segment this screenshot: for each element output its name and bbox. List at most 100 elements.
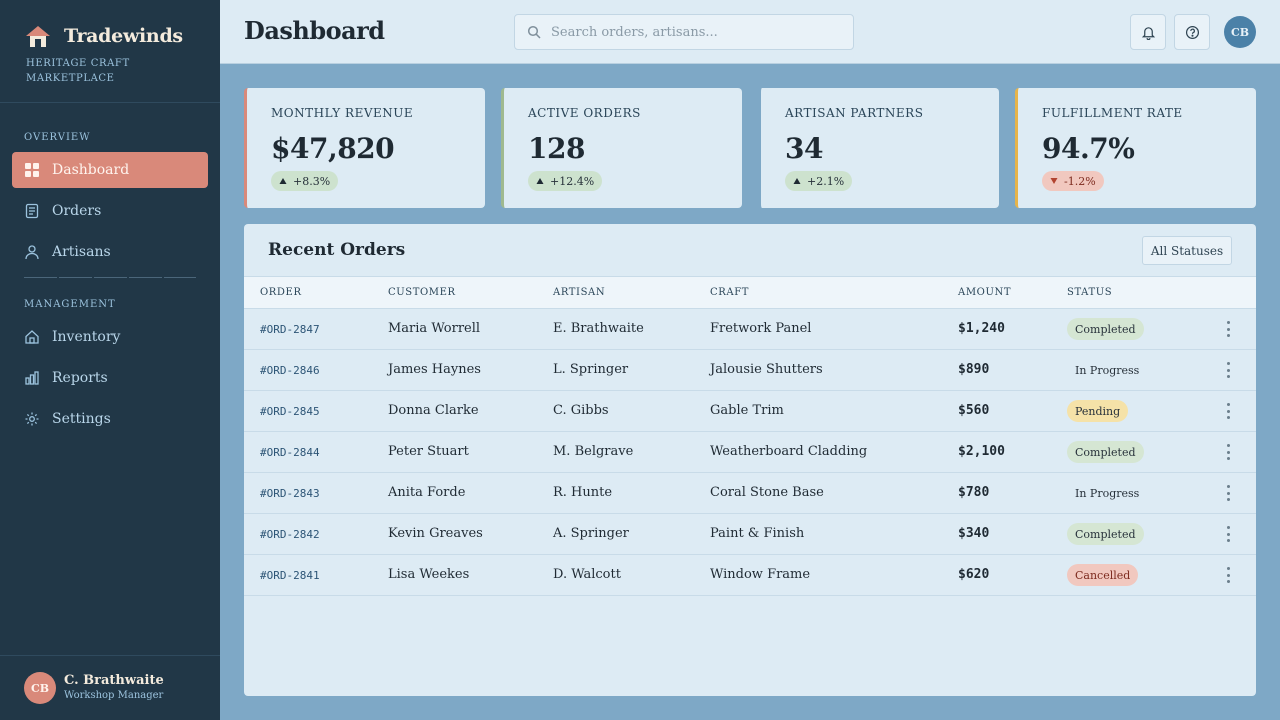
- user-name: C. Brathwaite: [64, 673, 164, 688]
- table-row[interactable]: #ORD-2847 Maria Worrell E. Brathwaite Fr…: [244, 309, 1256, 350]
- stat-change: -1.2%: [1064, 174, 1096, 188]
- triangle-up-icon: [793, 178, 801, 184]
- status-badge: Completed: [1067, 318, 1144, 340]
- table-header: ORDER CUSTOMER ARTISAN CRAFT AMOUNT STAT…: [244, 276, 1256, 309]
- customer-name: Donna Clarke: [388, 403, 479, 418]
- table-row[interactable]: #ORD-2842 Kevin Greaves A. Springer Pain…: [244, 514, 1256, 555]
- artisan-name: L. Springer: [553, 362, 629, 377]
- craft-name: Weatherboard Cladding: [710, 444, 868, 459]
- search-input[interactable]: [551, 24, 831, 40]
- status-badge: Completed: [1067, 441, 1144, 463]
- stat-change-badge: +12.4%: [528, 171, 603, 191]
- order-id[interactable]: #ORD-2843: [260, 487, 320, 500]
- triangle-up-icon: [536, 178, 544, 184]
- sidebar-item-artisans[interactable]: Artisans: [12, 234, 208, 270]
- table-row[interactable]: #ORD-2841 Lisa Weekes D. Walcott Window …: [244, 555, 1256, 596]
- customer-name: Peter Stuart: [388, 444, 469, 459]
- avatar[interactable]: CB: [1224, 16, 1256, 48]
- customer-name: Lisa Weekes: [388, 567, 470, 582]
- column-header-amount[interactable]: AMOUNT: [958, 287, 1011, 298]
- row-menu-icon[interactable]: [1222, 321, 1234, 337]
- stat-change: +12.4%: [550, 174, 595, 188]
- customer-name: Anita Forde: [388, 485, 466, 500]
- craft-name: Coral Stone Base: [710, 485, 824, 500]
- brand[interactable]: Tradewinds: [24, 24, 183, 48]
- customer-name: James Haynes: [388, 362, 481, 377]
- help-button[interactable]: [1174, 14, 1210, 50]
- row-menu-icon[interactable]: [1222, 485, 1234, 501]
- order-id[interactable]: #ORD-2842: [260, 528, 320, 541]
- sidebar-item-orders[interactable]: Orders: [12, 193, 208, 229]
- order-id[interactable]: #ORD-2845: [260, 405, 320, 418]
- person-icon: [25, 245, 39, 260]
- search-box[interactable]: [514, 14, 854, 50]
- stat-change: +2.1%: [807, 174, 845, 188]
- craft-name: Fretwork Panel: [710, 321, 812, 336]
- sidebar-footer-divider: [0, 655, 220, 656]
- order-id[interactable]: #ORD-2847: [260, 323, 320, 336]
- stat-label: ARTISAN PARTNERS: [785, 106, 924, 120]
- sidebar-item-dashboard[interactable]: Dashboard: [12, 152, 208, 188]
- sidebar-item-label: Settings: [52, 411, 111, 427]
- stat-card-fulfillment-rate: FULFILLMENT RATE 94.7% -1.2%: [1015, 88, 1256, 208]
- table-row[interactable]: #ORD-2845 Donna Clarke C. Gibbs Gable Tr…: [244, 391, 1256, 432]
- artisan-name: D. Walcott: [553, 567, 621, 582]
- sidebar-item-label: Reports: [52, 370, 108, 386]
- stat-card-active-orders: ACTIVE ORDERS 128 +12.4%: [501, 88, 742, 208]
- row-menu-icon[interactable]: [1222, 526, 1234, 542]
- row-menu-icon[interactable]: [1222, 403, 1234, 419]
- column-header-artisan[interactable]: ARTISAN: [553, 287, 605, 298]
- stat-value: 94.7%: [1042, 132, 1135, 165]
- craft-name: Window Frame: [710, 567, 811, 582]
- sidebar-item-label: Inventory: [52, 329, 121, 345]
- table-row[interactable]: #ORD-2843 Anita Forde R. Hunte Coral Sto…: [244, 473, 1256, 514]
- section-label-management: MANAGEMENT: [24, 299, 116, 310]
- status-badge: Completed: [1067, 523, 1144, 545]
- order-id[interactable]: #ORD-2844: [260, 446, 320, 459]
- stat-label: FULFILLMENT RATE: [1042, 106, 1183, 120]
- artisan-name: A. Springer: [553, 526, 629, 541]
- artisan-name: R. Hunte: [553, 485, 613, 500]
- recent-orders-panel: Recent Orders All Statuses ORDER CUSTOME…: [244, 224, 1256, 696]
- order-id[interactable]: #ORD-2846: [260, 364, 320, 377]
- stat-value: 128: [528, 132, 585, 165]
- sidebar-item-label: Orders: [52, 203, 102, 219]
- stat-card-artisan-partners: ARTISAN PARTNERS 34 +2.1%: [758, 88, 999, 208]
- section-label-overview: OVERVIEW: [24, 132, 91, 143]
- row-menu-icon[interactable]: [1222, 444, 1234, 460]
- bar-chart-icon: [25, 371, 39, 385]
- order-amount: $340: [958, 526, 990, 541]
- row-menu-icon[interactable]: [1222, 362, 1234, 378]
- stat-change-badge: +8.3%: [271, 171, 339, 191]
- stat-change-badge: +2.1%: [785, 171, 853, 191]
- column-header-status[interactable]: STATUS: [1067, 287, 1112, 298]
- craft-name: Jalousie Shutters: [710, 362, 823, 377]
- order-id[interactable]: #ORD-2841: [260, 569, 320, 582]
- page-title: Dashboard: [244, 16, 385, 45]
- sidebar-item-settings[interactable]: Settings: [12, 401, 208, 437]
- column-header-customer[interactable]: CUSTOMER: [388, 287, 456, 298]
- order-amount: $560: [958, 403, 990, 418]
- table-row[interactable]: #ORD-2846 James Haynes L. Springer Jalou…: [244, 350, 1256, 391]
- help-icon: [1185, 25, 1199, 39]
- notifications-button[interactable]: [1130, 14, 1166, 50]
- stat-change-badge: -1.2%: [1042, 171, 1104, 191]
- user-profile[interactable]: CB C. Brathwaite Workshop Manager: [24, 672, 164, 704]
- brand-tagline: HERITAGE CRAFT MARKETPLACE: [26, 58, 130, 84]
- table-row[interactable]: #ORD-2844 Peter Stuart M. Belgrave Weath…: [244, 432, 1256, 473]
- row-menu-icon[interactable]: [1222, 567, 1234, 583]
- column-header-order[interactable]: ORDER: [260, 287, 302, 298]
- gear-icon: [25, 412, 39, 426]
- sidebar-item-label: Dashboard: [52, 162, 130, 178]
- user-role: Workshop Manager: [64, 690, 164, 701]
- grid-icon: [25, 163, 39, 177]
- sidebar-item-inventory[interactable]: Inventory: [12, 319, 208, 355]
- house-logo-icon: [26, 26, 50, 47]
- column-header-craft[interactable]: CRAFT: [710, 287, 749, 298]
- status-filter-button[interactable]: All Statuses: [1142, 236, 1232, 265]
- stat-card-monthly-revenue: MONTHLY REVENUE $47,820 +8.3%: [244, 88, 485, 208]
- triangle-up-icon: [279, 178, 287, 184]
- sidebar-item-reports[interactable]: Reports: [12, 360, 208, 396]
- top-bar: Dashboard CB: [220, 0, 1280, 64]
- artisan-name: C. Gibbs: [553, 403, 609, 418]
